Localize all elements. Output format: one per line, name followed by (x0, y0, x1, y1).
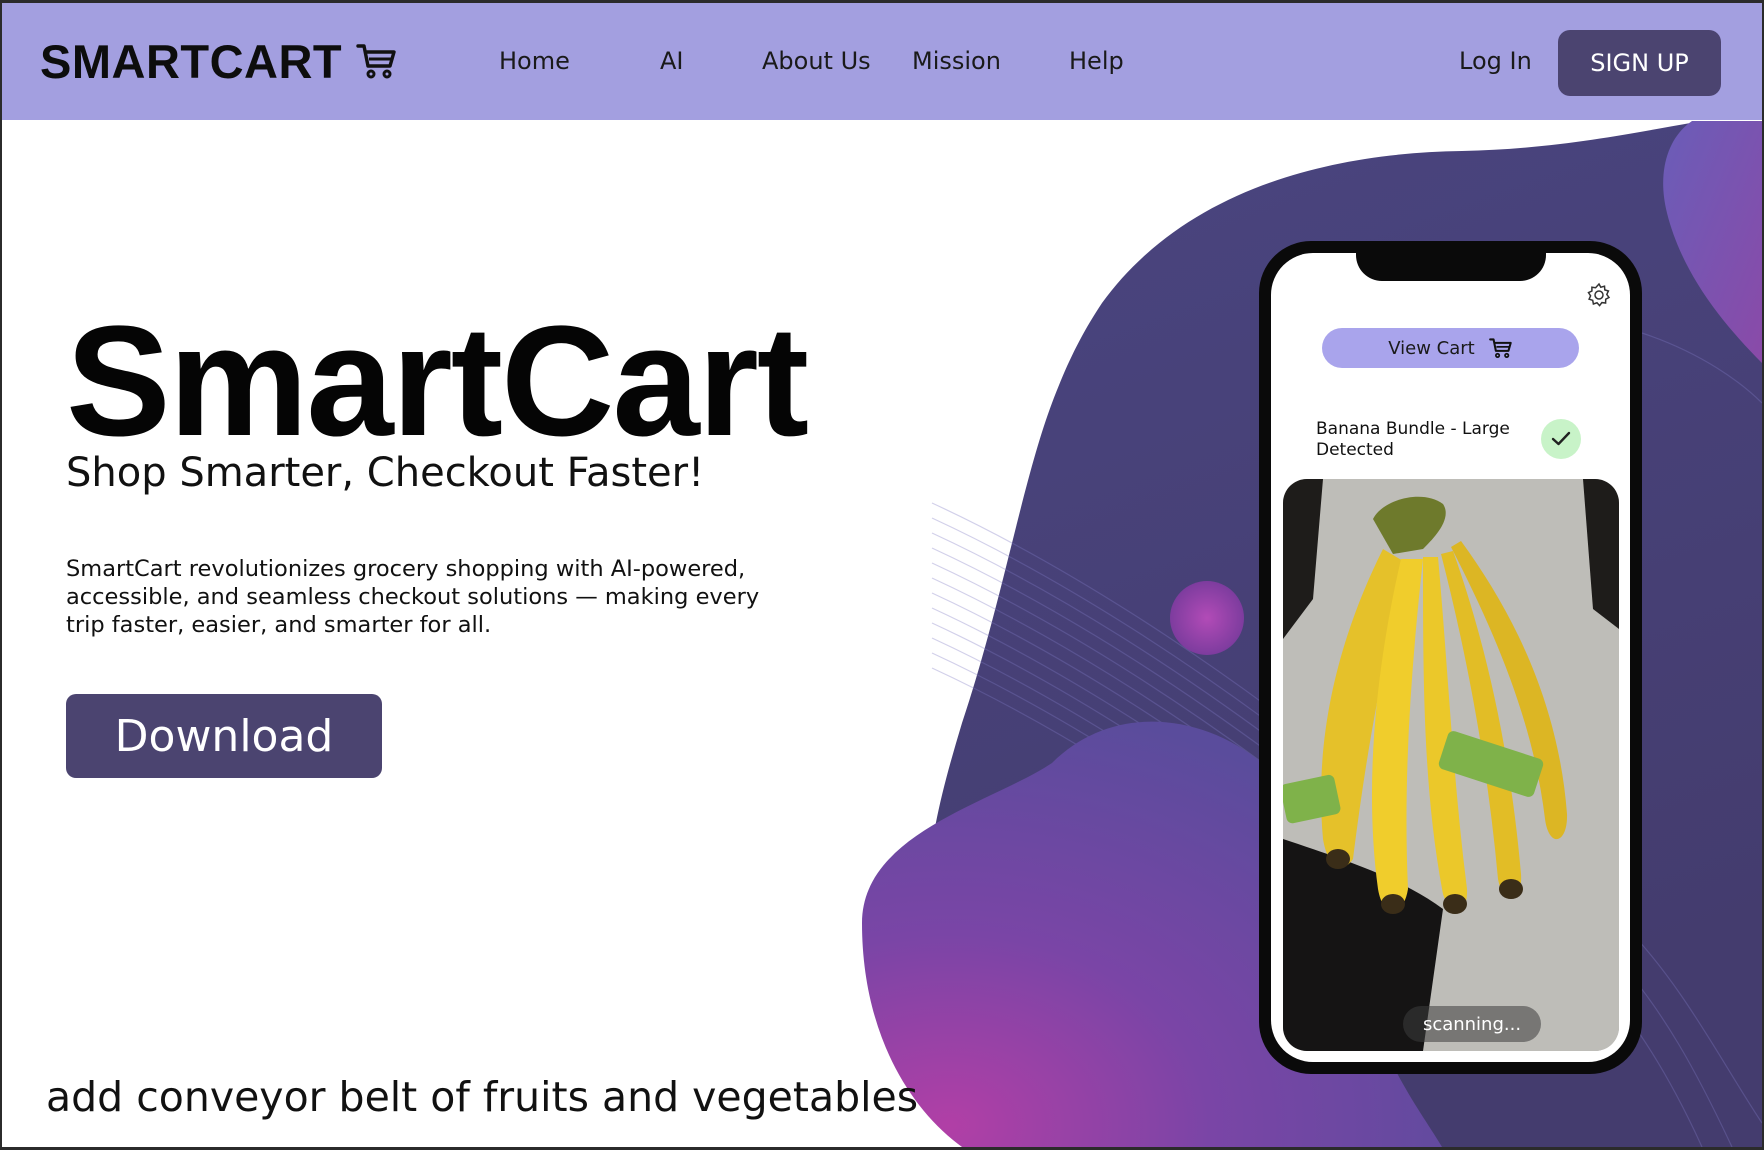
nav-link-mission[interactable]: Mission (912, 47, 1001, 75)
check-badge (1541, 419, 1581, 459)
login-link[interactable]: Log In (1459, 47, 1532, 75)
nav-link-help[interactable]: Help (1069, 47, 1124, 75)
scanning-status: scanning... (1403, 1006, 1541, 1042)
top-navbar: SMARTCART Home AI About Us Mission Help … (2, 3, 1762, 120)
cart-icon (1488, 338, 1512, 358)
phone-notch (1356, 253, 1546, 281)
camera-view: scanning... (1283, 479, 1619, 1051)
nav-link-ai[interactable]: AI (660, 47, 684, 75)
cart-icon (356, 44, 396, 79)
gear-icon[interactable] (1585, 281, 1613, 309)
check-icon (1551, 431, 1571, 446)
view-cart-button[interactable]: View Cart (1322, 328, 1579, 368)
phone-screen: View Cart Banana Bundle - Large Detected (1271, 253, 1630, 1062)
logo[interactable]: SMARTCART (40, 31, 398, 91)
detected-item-text: Banana Bundle - Large Detected (1316, 419, 1510, 460)
banana-image (1283, 479, 1619, 1051)
page: SMARTCART Home AI About Us Mission Help … (2, 3, 1762, 1147)
nav-link-about-us[interactable]: About Us (762, 47, 871, 75)
phone-mockup: View Cart Banana Bundle - Large Detected (1259, 241, 1642, 1074)
signup-button[interactable]: SIGN UP (1558, 30, 1721, 96)
view-cart-label: View Cart (1388, 337, 1475, 359)
design-note: add conveyor belt of fruits and vegetabl… (46, 1073, 919, 1121)
nav-link-home[interactable]: Home (499, 47, 570, 75)
logo-text: SMARTCART (40, 34, 343, 88)
